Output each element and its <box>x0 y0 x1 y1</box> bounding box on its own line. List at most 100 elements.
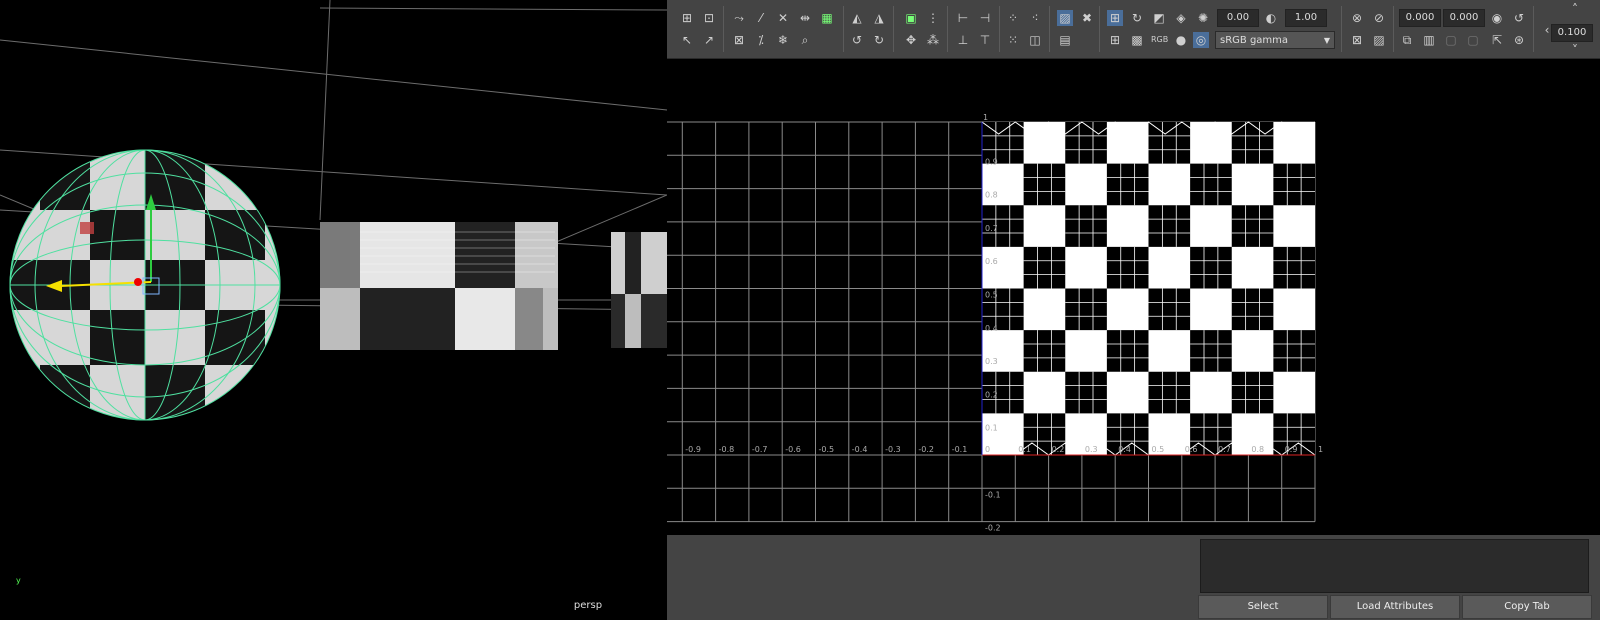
uv-u-label: -0.7 <box>752 445 768 454</box>
select-button[interactable]: Select <box>1198 595 1328 619</box>
align-left-icon[interactable]: ⊢ <box>955 10 971 26</box>
grid-uv-icon[interactable]: ⁘ <box>1005 10 1021 26</box>
checker-icon[interactable]: ◩ <box>1151 10 1167 26</box>
distortion-icon[interactable]: ↻ <box>1129 10 1145 26</box>
paste-icon[interactable]: ▥ <box>1421 32 1437 48</box>
select-shell-icon[interactable]: ⊞ <box>679 10 695 26</box>
isolate-icon[interactable]: ▣ <box>903 10 919 26</box>
align-right-icon[interactable]: ⊣ <box>977 10 993 26</box>
uv-u-label: -0.6 <box>785 445 801 454</box>
rotate-ccw-icon[interactable]: ↺ <box>849 32 865 48</box>
image-icon[interactable]: ▤ <box>1057 32 1073 48</box>
link-icon[interactable]: ⊛ <box>1511 32 1527 48</box>
copy-uv-icon[interactable]: ⊠ <box>1349 32 1365 48</box>
uv-u-label: -0.1 <box>952 445 968 454</box>
chevron-up-icon[interactable]: ˄ <box>1567 1 1583 17</box>
snap-icon[interactable]: ✥ <box>903 32 919 48</box>
offset-u-field[interactable]: 0.000 <box>1399 9 1441 27</box>
checker-tile <box>1023 246 1066 289</box>
align-top-icon[interactable]: ⊤ <box>977 32 993 48</box>
uv-u-label: -0.9 <box>685 445 701 454</box>
select-uv-icon[interactable]: ↗ <box>701 32 717 48</box>
checker-tile <box>1065 122 1107 164</box>
shaded-icon[interactable]: ✖ <box>1079 10 1095 26</box>
select-tool-icon[interactable]: ↖ <box>679 32 695 48</box>
chevron-down-icon[interactable]: ˅ <box>1567 42 1583 58</box>
copy-tab-button[interactable]: Copy Tab <box>1462 595 1592 619</box>
uv-u-label: 0.8 <box>1251 445 1264 454</box>
clear-icon[interactable]: ▢ <box>1465 32 1481 48</box>
uv-u-label: 0.7 <box>1218 445 1231 454</box>
uv-canvas[interactable]: -0.9 -0.8 -0.7 -0.6 -0.5 -0.4 -0.3 -0.2 -0.1 0 0.1… <box>667 58 1600 535</box>
uv-v-label: 0.4 <box>985 324 998 333</box>
uv-v-label: 0.9 <box>985 157 998 166</box>
delete-uv-icon[interactable]: ✕ <box>775 10 791 26</box>
step-field[interactable]: 0.100 <box>1551 24 1593 42</box>
checker-tile <box>1190 330 1232 372</box>
exposure-icon[interactable]: ✺ <box>1195 10 1211 26</box>
perspective-viewport[interactable]: y persp <box>0 0 667 620</box>
align-bottom-icon[interactable]: ⊥ <box>955 32 971 48</box>
color-space-value: sRGB gamma <box>1220 35 1289 46</box>
align-icon[interactable]: ⁂ <box>925 32 941 48</box>
gather-icon[interactable]: ⁙ <box>1005 32 1021 48</box>
view-transform-icon[interactable]: ◎ <box>1193 32 1209 48</box>
checker-tile <box>1231 371 1274 414</box>
uv-top-label: 1 <box>983 113 988 122</box>
swap-icon[interactable]: ▢ <box>1443 32 1459 48</box>
rgb-icon[interactable]: RGB <box>1151 32 1168 48</box>
brush-icon[interactable]: ⁄ <box>753 10 769 26</box>
color-space-dropdown[interactable]: sRGB gamma ▼ <box>1215 31 1335 49</box>
optimize-icon[interactable]: ⌕ <box>797 32 813 48</box>
flip-v-icon[interactable]: ◮ <box>871 10 887 26</box>
checker-tile <box>1023 163 1066 206</box>
uv-v-label: -0.2 <box>985 524 1001 533</box>
uv-u-label: -0.2 <box>918 445 934 454</box>
color-icon[interactable]: ◈ <box>1173 10 1189 26</box>
checker-tile <box>1273 163 1315 206</box>
load-attributes-button[interactable]: Load Attributes <box>1330 595 1460 619</box>
dither-icon[interactable]: ▩ <box>1129 32 1145 48</box>
uv-u-label: 0.1 <box>1018 445 1031 454</box>
refresh-icon[interactable]: ↺ <box>1511 10 1527 26</box>
sync-icon[interactable]: ⇱ <box>1489 32 1505 48</box>
uv-u-label: 0.3 <box>1085 445 1098 454</box>
uv-entry-icon[interactable]: ⊘ <box>1371 10 1387 26</box>
unfold-icon[interactable]: ⁒ <box>753 32 769 48</box>
rotate-field[interactable]: 0.00 <box>1217 9 1259 27</box>
gamma-icon[interactable]: ◐ <box>1263 10 1279 26</box>
flip-u-icon[interactable]: ◭ <box>849 10 865 26</box>
attribute-notes-field[interactable] <box>1200 539 1589 593</box>
uv-u-label: 0 <box>985 445 990 454</box>
uv-offset-icon[interactable]: ⊗ <box>1349 10 1365 26</box>
camera-label: persp <box>573 600 603 611</box>
sphere-icon[interactable]: ● <box>1173 32 1189 48</box>
uv-u-label: 1 <box>1318 445 1323 454</box>
offset-v-field[interactable]: 0.000 <box>1443 9 1485 27</box>
texture-display-icon[interactable]: ▨ <box>1057 10 1073 26</box>
uv-u-label: 0.2 <box>1052 445 1065 454</box>
checker-tile <box>1065 371 1107 414</box>
paste-uv-icon[interactable]: ▨ <box>1371 32 1387 48</box>
grid-snap-icon[interactable]: ▦ <box>819 10 835 26</box>
sew-icon[interactable]: ⇹ <box>797 10 813 26</box>
checker-tile <box>1273 246 1315 289</box>
distribute-icon[interactable]: ❄ <box>775 32 791 48</box>
select-border-icon[interactable]: ⊡ <box>701 10 717 26</box>
cut-uv-icon[interactable]: ⤳ <box>731 10 747 26</box>
checker-tile <box>1231 205 1274 247</box>
uv-grid-icon[interactable]: ⊞ <box>1107 32 1123 48</box>
apply-offset-icon[interactable]: ◉ <box>1489 10 1505 26</box>
uv-v-label: 0.6 <box>985 257 998 266</box>
scale-field[interactable]: 1.00 <box>1285 9 1327 27</box>
move-uv-icon[interactable]: ⋮ <box>925 10 941 26</box>
stack-icon[interactable]: ⁖ <box>1027 10 1043 26</box>
rotate-cw-icon[interactable]: ↻ <box>871 32 887 48</box>
crop-icon[interactable]: ◫ <box>1027 32 1043 48</box>
uv-v-label: 0.2 <box>985 390 998 399</box>
layout-icon[interactable]: ⊠ <box>731 32 747 48</box>
pixel-snap-icon[interactable]: ⊞ <box>1107 10 1123 26</box>
dropdown-arrow-icon: ▼ <box>1323 36 1330 45</box>
uv-u-label: 0.9 <box>1285 445 1298 454</box>
copy-icon[interactable]: ⧉ <box>1399 32 1415 48</box>
